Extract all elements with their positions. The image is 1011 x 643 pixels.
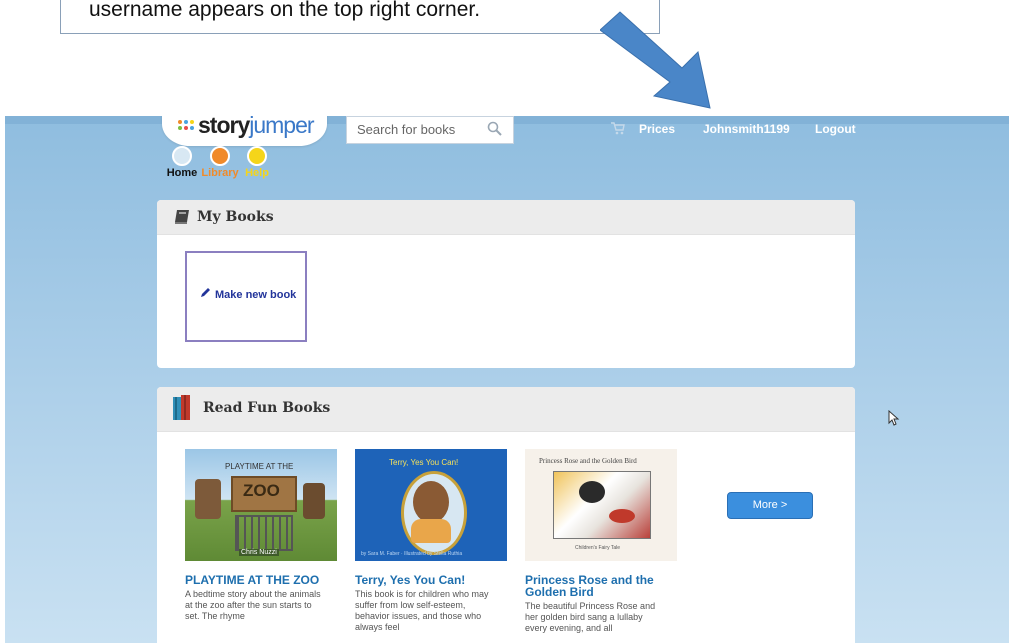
nav-library[interactable]: Library — [200, 146, 240, 179]
book-title-princess-rose[interactable]: Princess Rose and the Golden Bird — [525, 574, 673, 598]
cart-icon[interactable] — [610, 121, 626, 135]
my-books-panel: My Books Make new book — [157, 200, 855, 368]
home-circle-icon — [172, 146, 192, 166]
annotation-callout: username appears on the top right corner… — [60, 0, 660, 34]
help-circle-icon — [247, 146, 267, 166]
nav-library-label: Library — [201, 167, 239, 179]
books-stack-icon — [173, 395, 190, 420]
read-fun-books-header: Read Fun Books — [157, 387, 855, 432]
book-card-terry[interactable]: Terry, Yes You Can! by Sara M. Faber · I… — [355, 449, 507, 633]
cover-author-text: by Sara M. Faber · Illustrated by Stella… — [361, 551, 463, 557]
website-screenshot: storyjumper Search for books Prices John… — [5, 116, 1009, 643]
book-cover-princess-rose[interactable]: Princess Rose and the Golden Bird Childr… — [525, 449, 677, 561]
make-new-book-button[interactable]: Make new book — [185, 251, 307, 342]
more-books-button[interactable]: More > — [727, 492, 813, 519]
cover-top-text: Terry, Yes You Can! — [389, 458, 459, 467]
logo-text: storyjumper — [198, 116, 315, 138]
annotation-text: username appears on the top right corner… — [89, 0, 481, 21]
cover-author-text: Chris Nuzzi — [239, 549, 279, 556]
book-cover-playtime-zoo[interactable]: PLAYTIME AT THE ZOO Chris Nuzzi — [185, 449, 337, 561]
cover-top-text: Princess Rose and the Golden Bird — [539, 457, 637, 465]
book-cover-terry[interactable]: Terry, Yes You Can! by Sara M. Faber · I… — [355, 449, 507, 561]
search-placeholder: Search for books — [357, 122, 456, 137]
cover-top-text: PLAYTIME AT THE — [225, 462, 294, 471]
pointer-arrow — [600, 11, 711, 109]
storyjumper-logo[interactable]: storyjumper — [162, 116, 327, 146]
book-desc-terry: This book is for children who may suffer… — [355, 589, 489, 632]
my-books-title: My Books — [197, 209, 274, 225]
make-new-book-label: Make new book — [215, 289, 297, 301]
cover-sign-text: ZOO — [243, 481, 280, 500]
nav-home-label: Home — [166, 167, 198, 179]
nav-help[interactable]: Help — [237, 146, 277, 179]
book-desc-playtime-zoo: A bedtime story about the animals at the… — [185, 589, 321, 621]
logo-dots-icon — [178, 120, 194, 134]
book-title-playtime-zoo[interactable]: PLAYTIME AT THE ZOO — [185, 574, 333, 586]
search-input[interactable]: Search for books — [346, 116, 514, 144]
library-circle-icon — [210, 146, 230, 166]
cover-bottom-text: Children's Fairy Tale — [575, 545, 621, 551]
read-fun-books-panel: Read Fun Books PLAYTIME AT THE ZOO Chris… — [157, 387, 855, 643]
pencil-icon — [201, 288, 210, 297]
nav-help-label: Help — [245, 167, 269, 179]
read-fun-books-title: Read Fun Books — [203, 400, 331, 416]
book-desc-princess-rose: The beautiful Princess Rose and her gold… — [525, 601, 656, 633]
logout-link[interactable]: Logout — [815, 122, 856, 136]
nav-home[interactable]: Home — [162, 146, 202, 179]
book-card-playtime-zoo[interactable]: PLAYTIME AT THE ZOO Chris Nuzzi PLAYTIME… — [185, 449, 337, 622]
prices-link[interactable]: Prices — [639, 122, 675, 136]
search-icon[interactable] — [487, 121, 503, 137]
book-card-princess-rose[interactable]: Princess Rose and the Golden Bird Childr… — [525, 449, 677, 634]
mouse-cursor-icon — [888, 410, 900, 426]
book-title-terry[interactable]: Terry, Yes You Can! — [355, 574, 503, 586]
username-link[interactable]: Johnsmith1199 — [703, 122, 790, 136]
book-icon — [175, 210, 189, 224]
my-books-header: My Books — [157, 200, 855, 235]
